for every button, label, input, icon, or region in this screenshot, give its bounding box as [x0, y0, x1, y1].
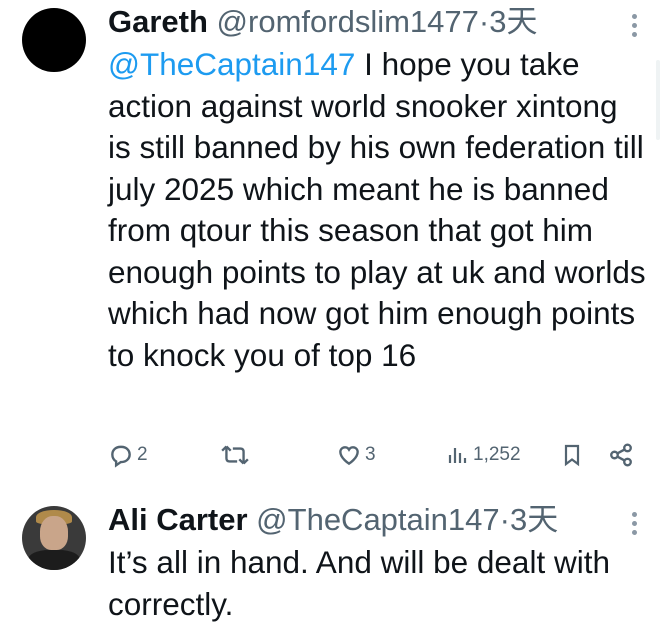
- bookmark-icon: [564, 444, 580, 467]
- reply-button[interactable]: 2: [108, 442, 148, 468]
- reply-count: 2: [137, 444, 148, 465]
- retweet-button[interactable]: [220, 442, 253, 468]
- bookmark-button[interactable]: [560, 442, 584, 468]
- views-icon: [448, 448, 467, 463]
- avatar[interactable]: [22, 8, 86, 72]
- tweet-text: @TheCaptain147 I hope you take action ag…: [108, 44, 648, 376]
- reply-icon: [111, 445, 131, 468]
- tweet-text: It’s all in hand. And will be dealt with…: [108, 544, 610, 622]
- retweet-icon: [221, 445, 249, 465]
- tweet-header: Ali Carter @TheCaptain147·3天: [108, 498, 600, 542]
- share-button[interactable]: [608, 442, 634, 468]
- timestamp[interactable]: 3天: [489, 4, 537, 39]
- author-name[interactable]: Ali Carter: [108, 502, 248, 537]
- timestamp[interactable]: 3天: [510, 502, 558, 537]
- views-count: 1,252: [473, 444, 521, 465]
- views-button[interactable]: 1,252: [446, 442, 521, 468]
- author-name[interactable]: Gareth: [108, 4, 208, 39]
- avatar[interactable]: [22, 506, 86, 570]
- tweet-actions: 2 3 1,252: [108, 442, 638, 478]
- more-options-icon[interactable]: [632, 512, 638, 536]
- tweet-ali-carter[interactable]: Ali Carter @TheCaptain147·3天 It’s all in…: [0, 498, 660, 630]
- like-icon: [339, 446, 359, 466]
- share-icon: [610, 443, 632, 467]
- like-button[interactable]: 3: [336, 442, 376, 468]
- tweet-gareth[interactable]: Gareth @romfordslim1477·3天 @TheCaptain14…: [0, 0, 660, 490]
- tweet-header: Gareth @romfordslim1477·3天: [108, 0, 600, 44]
- separator: ·: [478, 4, 490, 39]
- more-options-icon[interactable]: [632, 14, 638, 38]
- scrollbar[interactable]: [656, 60, 660, 140]
- mention-link[interactable]: @TheCaptain147: [108, 46, 355, 82]
- author-handle[interactable]: @romfordslim1477: [217, 4, 479, 39]
- author-handle[interactable]: @TheCaptain147: [256, 502, 499, 537]
- tweet-body: I hope you take action against world sno…: [108, 46, 646, 373]
- like-count: 3: [365, 444, 376, 465]
- separator: ·: [499, 502, 510, 537]
